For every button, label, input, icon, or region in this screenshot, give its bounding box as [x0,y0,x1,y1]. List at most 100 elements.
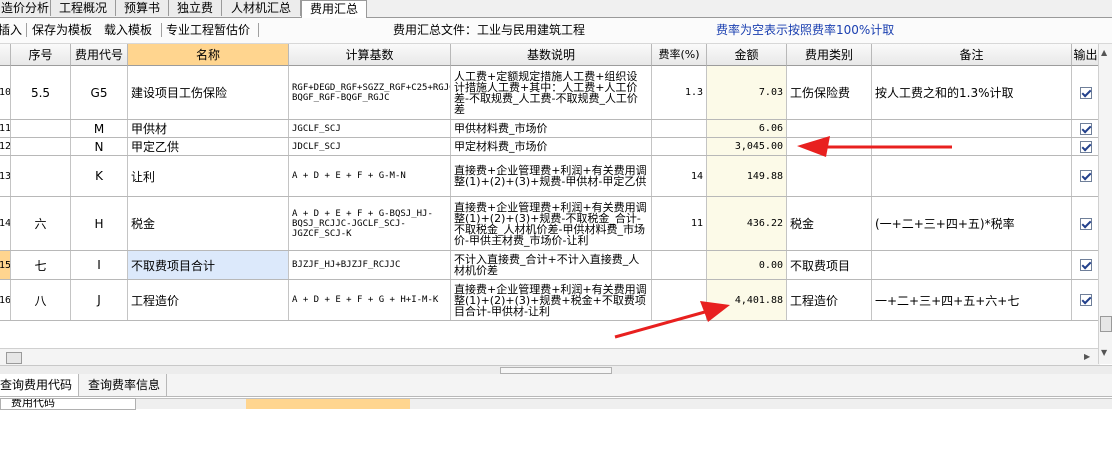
header-remark[interactable]: 备注 [872,44,1072,66]
name-cell[interactable]: 让利 [128,156,289,196]
calc-base-cell[interactable]: BJZJF_HJ+BJZJF_RCJJC [289,251,451,279]
output-checkbox[interactable] [1079,122,1092,135]
fee-category-cell[interactable]: 工伤保险费 [787,66,872,119]
header-calc-base[interactable]: 计算基数 [289,44,451,66]
header-amount[interactable]: 金额 [707,44,787,66]
seq-cell[interactable]: 八 [11,280,71,320]
scroll-thumb[interactable] [1100,316,1112,332]
output-checkbox[interactable] [1079,170,1092,182]
fee-code-cell[interactable]: K [71,156,128,196]
load-template-button[interactable]: 载入模板 [104,22,152,38]
name-cell[interactable]: 甲供材 [128,120,289,137]
calc-base-cell[interactable]: JDCLF_SCJ [289,138,451,155]
header-fee-category[interactable]: 费用类别 [787,44,872,66]
output-checkbox[interactable] [1079,86,1092,99]
tab-query-fee-code[interactable]: 查询费用代码 [0,374,80,396]
fee-category-cell[interactable]: 不取费项目 [787,251,872,279]
vertical-scrollbar[interactable]: ▲ ▼ [1098,44,1112,364]
name-cell[interactable]: 甲定乙供 [128,138,289,155]
scroll-up-arrow-icon[interactable]: ▲ [1101,48,1107,57]
splitter-handle[interactable] [500,367,612,374]
seq-cell[interactable]: 5.5 [11,66,71,119]
tab-fee-summary[interactable]: 费用汇总 [301,0,367,18]
header-output[interactable]: 输出 [1072,44,1100,66]
fee-code-cell[interactable]: M [71,120,128,137]
tab-query-fee-rate[interactable]: 查询费率信息 [82,374,168,396]
header-fee-code[interactable]: 费用代号 [71,44,128,66]
module-tab-bar: 造价分析 工程概况 预算书 独立费 人材机汇总 费用汇总 [0,0,1112,18]
fee-code-cell[interactable]: H [71,197,128,250]
fee-code-cell[interactable]: J [71,280,128,320]
rate-cell[interactable] [652,280,707,320]
table-row[interactable]: 16 八 J 工程造价 A + D + E + F + G + H+I-M-K … [0,280,1100,321]
output-checkbox[interactable] [1079,294,1092,306]
remark-cell[interactable]: 一+二+三+四+五+六+七 [872,280,1072,320]
name-cell[interactable]: 建设项目工伤保险 [128,66,289,119]
horizontal-scrollbar[interactable]: ▶ [0,348,1100,365]
header-rate[interactable]: 费率(%) [652,44,707,66]
name-cell-selected[interactable]: 不取费项目合计 [128,251,289,279]
remark-cell[interactable]: 按人工费之和的1.3%计取 [872,66,1072,119]
tab-labor-material-summary[interactable]: 人材机汇总 [222,0,301,16]
calc-base-cell[interactable]: A + D + E + F + G-BQSJ_HJ-BQSJ_RCJJC-JGC… [289,197,451,250]
toolbar-divider [258,23,259,37]
insert-button[interactable]: 插入 [0,22,22,38]
remark-cell[interactable]: (一+二+三+四+五)*税率 [872,197,1072,250]
header-base-desc[interactable]: 基数说明 [451,44,652,66]
name-cell[interactable]: 税金 [128,197,289,250]
calc-base-cell[interactable]: RGF+DEGD_RGF+SGZZ_RGF+C25+RGJC-BQGF_RGF-… [289,66,451,119]
remark-cell[interactable] [872,120,1072,137]
table-row[interactable]: 12 N 甲定乙供 JDCLF_SCJ 甲定材料费_市场价 3,045.00 [0,138,1100,156]
base-desc-cell: 人工费+定额规定措施人工费+组织设计措施人工费+其中：人工费+人工价差-不取规费… [451,66,652,119]
seq-cell[interactable]: 七 [11,251,71,279]
calc-base-cell[interactable]: A + D + E + F + G-M-N [289,156,451,196]
rate-cell[interactable] [652,251,707,279]
output-checkbox[interactable] [1079,259,1092,271]
remark-cell[interactable] [872,138,1072,155]
scroll-right-arrow-icon[interactable]: ▶ [1084,352,1090,361]
scroll-down-arrow-icon[interactable]: ▼ [1101,348,1107,357]
output-checkbox[interactable] [1079,217,1092,230]
tab-independent-fee[interactable]: 独立费 [169,0,222,16]
save-template-button[interactable]: 保存为模板 [32,22,92,38]
fee-category-cell[interactable]: 工程造价 [787,280,872,320]
remark-cell[interactable] [872,156,1072,196]
table-row[interactable]: 13 K 让利 A + D + E + F + G-M-N 直接费+企业管理费+… [0,156,1100,197]
seq-cell[interactable]: 六 [11,197,71,250]
header-name[interactable]: 名称 [128,44,289,66]
seq-cell[interactable] [11,120,71,137]
name-cell[interactable]: 工程造价 [128,280,289,320]
rate-cell[interactable] [652,138,707,155]
header-seq[interactable]: 序号 [11,44,71,66]
calc-base-cell[interactable]: JGCLF_SCJ [289,120,451,137]
scroll-thumb[interactable] [6,352,22,364]
base-desc-cell: 不计入直接费_合计+不计入直接费_人材机价差 [451,251,652,279]
fee-code-list[interactable]: 费用代码 [0,398,136,410]
fee-category-cell[interactable]: 税金 [787,197,872,250]
rate-cell[interactable]: 1.3 [652,66,707,119]
fee-category-cell[interactable] [787,120,872,137]
fee-code-cell[interactable]: I [71,251,128,279]
fee-category-cell[interactable] [787,156,872,196]
table-row[interactable]: 10 5.5 G5 建设项目工伤保险 RGF+DEGD_RGF+SGZZ_RGF… [0,66,1100,120]
seq-cell[interactable] [11,156,71,196]
rate-cell[interactable]: 11 [652,197,707,250]
tab-budget[interactable]: 预算书 [116,0,169,16]
fee-category-cell[interactable] [787,138,872,155]
remark-cell[interactable] [872,251,1072,279]
table-row[interactable]: 15 七 I 不取费项目合计 BJZJF_HJ+BJZJF_RCJJC 不计入直… [0,251,1100,280]
tab-project-overview[interactable]: 工程概况 [51,0,116,16]
rate-cell[interactable] [652,120,707,137]
row-index: 13 [0,156,11,196]
calc-base-cell[interactable]: A + D + E + F + G + H+I-M-K [289,280,451,320]
output-checkbox[interactable] [1079,140,1092,153]
tab-cost-analysis[interactable]: 造价分析 [0,0,51,16]
table-row[interactable]: 11 M 甲供材 JGCLF_SCJ 甲供材料费_市场价 6.06 [0,120,1100,138]
row-index: 11 [0,120,11,137]
table-row[interactable]: 14 六 H 税金 A + D + E + F + G-BQSJ_HJ-BQSJ… [0,197,1100,251]
provisional-price-button[interactable]: 专业工程暂估价 [166,22,250,38]
seq-cell[interactable] [11,138,71,155]
fee-code-cell[interactable]: N [71,138,128,155]
fee-code-cell[interactable]: G5 [71,66,128,119]
rate-cell[interactable]: 14 [652,156,707,196]
